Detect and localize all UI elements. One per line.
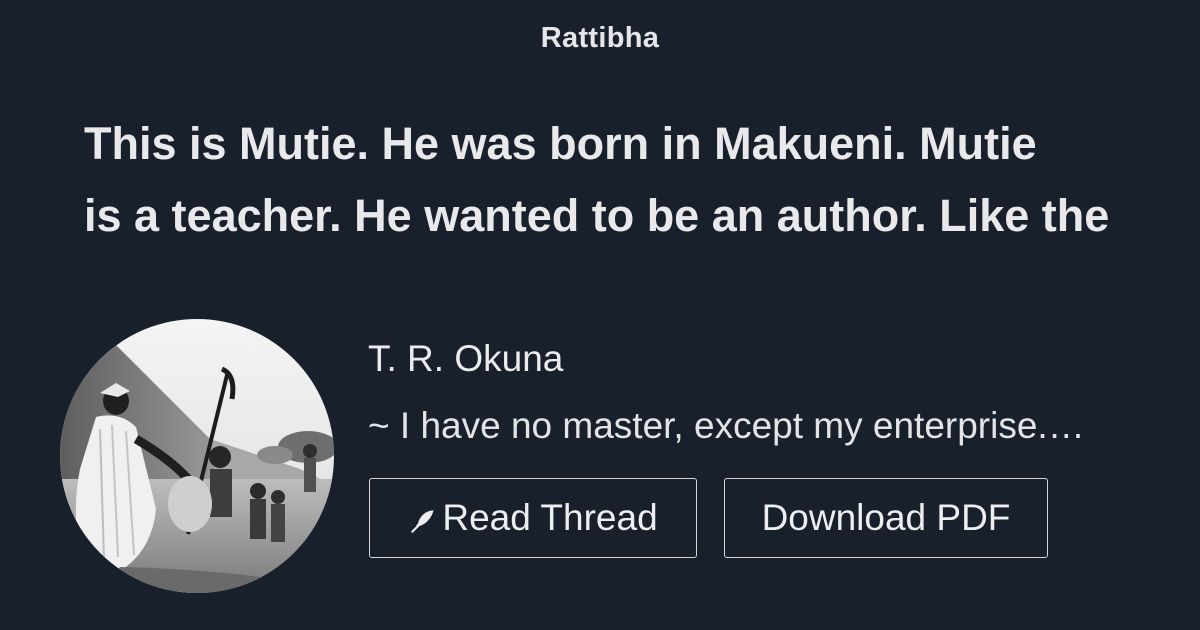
download-pdf-button[interactable]: Download PDF — [724, 478, 1048, 558]
site-name[interactable]: Rattibha — [0, 22, 1200, 55]
read-thread-label: Read Thread — [442, 497, 658, 538]
download-pdf-label: Download PDF — [761, 497, 1011, 538]
avatar-photo — [60, 319, 334, 593]
thread-title: This is Mutie. He was born in Makueni. M… — [84, 108, 1144, 252]
read-thread-button[interactable]: Read Thread — [369, 478, 697, 558]
thread-title-line-1: This is Mutie. He was born in Makueni. M… — [84, 118, 1037, 169]
feather-icon — [408, 506, 438, 536]
author-avatar — [60, 319, 334, 593]
author-bio: ~ I have no master, except my enterprise… — [368, 405, 1085, 446]
author-name[interactable]: T. R. Okuna — [368, 338, 563, 380]
thread-title-line-2: is a teacher. He wanted to be an author.… — [84, 190, 1110, 241]
